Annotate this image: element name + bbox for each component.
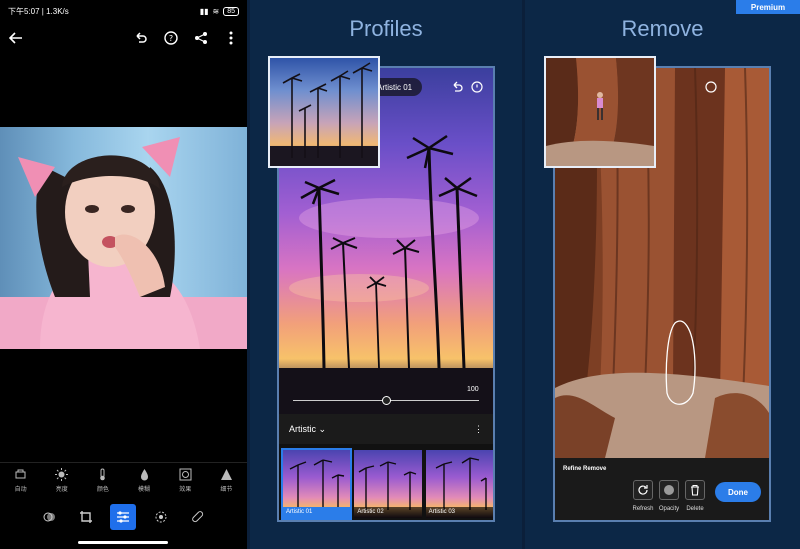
help-icon[interactable]: ?: [163, 30, 179, 46]
profile-thumbnails: Artistic 01 Artistic 02 Artistic 03: [280, 448, 493, 520]
home-indicator: [78, 541, 168, 544]
tool-label: 模糊: [138, 487, 151, 493]
sun-icon: [55, 468, 69, 481]
tool-auto[interactable]: 自动: [4, 468, 38, 493]
tool-label: 自动: [14, 487, 27, 493]
help-icon[interactable]: [705, 80, 717, 98]
back-arrow-icon[interactable]: [8, 30, 24, 46]
profiles-panel: Profiles Artistic 01 100 Artistic ⌄ ⋮ Ar…: [250, 0, 522, 549]
drop-icon: [140, 469, 148, 481]
tool-label: 细节: [220, 487, 233, 493]
profile-thumb[interactable]: Artistic 01: [280, 448, 353, 520]
tool-detail[interactable]: 细节: [209, 468, 243, 493]
profile-thumb[interactable]: Artistic 02: [354, 450, 422, 518]
signal-icon: ▮▮: [199, 6, 209, 16]
tool-effects[interactable]: 效果: [168, 468, 202, 493]
profile-dropdown-label: Artistic: [289, 423, 316, 434]
editor-toolbar: ?: [0, 22, 247, 54]
status-bar: 下午5:07 | 1.3K/s ▮▮ ≋ 85: [0, 0, 247, 22]
profile-category-bar: Artistic ⌄ ⋮: [279, 414, 493, 444]
tool-light[interactable]: 亮度: [45, 468, 79, 493]
tool-color[interactable]: 颜色: [86, 468, 120, 493]
adjust-tools: 自动 亮度 颜色 模糊 效果 细节: [0, 462, 247, 498]
profile-thumb-label: Artistic 01: [283, 507, 351, 518]
thermometer-icon: [100, 468, 106, 481]
original-photo-inset: [544, 56, 656, 168]
delete-button[interactable]: [685, 480, 705, 500]
tool-blur[interactable]: 模糊: [127, 468, 161, 493]
refresh-icon: [638, 485, 648, 495]
tool-label: 颜色: [96, 487, 109, 493]
crop-icon[interactable]: [73, 504, 99, 530]
share-icon[interactable]: [193, 30, 209, 46]
profile-thumb[interactable]: Artistic 03: [425, 450, 493, 518]
delete-label: Delete: [686, 506, 704, 512]
premium-badge: Premium: [736, 0, 800, 14]
opacity-button[interactable]: [659, 480, 679, 500]
panel-title: Remove: [621, 16, 704, 41]
original-photo-inset: [268, 56, 380, 168]
amount-slider-handle[interactable]: [382, 396, 391, 405]
status-icons: ▮▮ ≋ 85: [199, 6, 239, 16]
chevron-down-icon: ⌄: [318, 423, 327, 434]
selective-icon[interactable]: [148, 504, 174, 530]
status-time: 下午5:07 | 1.3K/s: [8, 6, 69, 16]
undo-icon[interactable]: [133, 30, 149, 46]
opacity-icon: [664, 485, 674, 495]
mode-tabs: [0, 500, 247, 534]
profile-dropdown[interactable]: Artistic ⌄: [289, 424, 326, 435]
presets-icon[interactable]: [36, 504, 62, 530]
healing-icon[interactable]: [185, 504, 211, 530]
profile-thumb-label: Artistic 02: [354, 507, 422, 518]
tool-label: 效果: [179, 487, 192, 493]
undo-icon[interactable]: [451, 80, 463, 98]
more-vertical-icon[interactable]: ⋮: [474, 424, 483, 435]
auto-icon: [15, 469, 26, 479]
refine-remove-bar: Refine Remove Refresh Opacity Delete Don…: [555, 458, 769, 520]
more-vertical-icon[interactable]: [223, 30, 239, 46]
adjust-icon[interactable]: [110, 504, 137, 530]
done-button[interactable]: Done: [715, 482, 761, 502]
edited-photo: [0, 127, 247, 349]
panel-title: Profiles: [349, 16, 423, 41]
help-icon[interactable]: [471, 80, 483, 98]
editor-panel: 下午5:07 | 1.3K/s ▮▮ ≋ 85 ? 自动 亮度 颜色 模糊 效果…: [0, 0, 247, 549]
wifi-icon: ≋: [212, 6, 220, 16]
trash-icon: [691, 484, 699, 496]
app-store-screenshot: 下午5:07 | 1.3K/s ▮▮ ≋ 85 ? 自动 亮度 颜色 模糊 效果…: [0, 0, 800, 549]
amount-value: 100: [467, 386, 479, 393]
refine-title: Refine Remove: [563, 466, 607, 472]
tool-label: 亮度: [55, 487, 68, 493]
triangle-icon: [220, 469, 232, 480]
refresh-button[interactable]: [633, 480, 653, 500]
vignette-icon: [179, 468, 192, 481]
remove-panel: Premium Remove Refine Remove Refresh Opa…: [525, 0, 800, 549]
battery-icon: 85: [223, 6, 239, 16]
profile-pill-label: Artistic 01: [377, 82, 413, 92]
profile-thumb-label: Artistic 03: [425, 507, 493, 518]
svg-text:?: ?: [169, 34, 173, 43]
